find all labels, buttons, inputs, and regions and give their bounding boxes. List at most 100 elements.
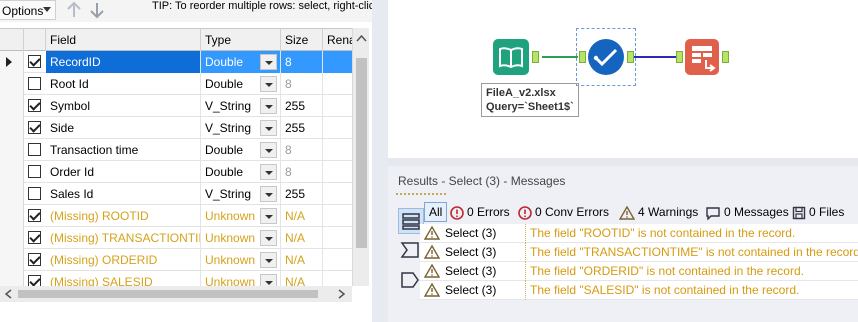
row-selector[interactable] [0, 51, 24, 73]
scroll-right-icon[interactable] [338, 289, 346, 299]
field-name-cell[interactable]: (Missing) ROOTID [46, 205, 201, 227]
row-selector[interactable] [0, 183, 24, 205]
field-size-cell[interactable]: N/A [281, 205, 323, 227]
row-selector[interactable] [0, 73, 24, 95]
table-row[interactable]: Transaction time Double 8 [0, 139, 352, 161]
column-header-rename[interactable]: Rena [323, 29, 352, 51]
field-name-cell[interactable]: Order Id [46, 161, 201, 183]
filter-conv-errors-button[interactable]: 0 Conv Errors [518, 202, 609, 222]
field-name-cell[interactable]: Transaction time [46, 139, 201, 161]
field-include-checkbox[interactable] [28, 121, 41, 134]
input-data-tool[interactable] [492, 38, 530, 76]
field-include-checkbox[interactable] [28, 143, 41, 156]
field-size-cell[interactable]: 8 [281, 73, 323, 95]
field-include-checkbox[interactable] [28, 253, 41, 266]
select-tool-input-anchor[interactable] [579, 51, 586, 63]
filter-errors-button[interactable]: 0 Errors [450, 202, 510, 222]
select-tool-output-anchor[interactable] [627, 51, 634, 63]
panel-splitter[interactable] [372, 0, 388, 322]
browse-tool-output-anchor[interactable] [722, 51, 729, 63]
type-dropdown-icon[interactable] [260, 274, 277, 286]
type-dropdown-icon[interactable] [260, 186, 277, 202]
field-name-cell[interactable]: Side [46, 117, 201, 139]
type-dropdown-icon[interactable] [260, 142, 277, 158]
table-row[interactable]: Sales Id V_String 255 [0, 183, 352, 205]
field-rename-cell[interactable] [323, 227, 352, 249]
field-rename-cell[interactable] [323, 249, 352, 271]
input-tool-output-anchor[interactable] [532, 51, 539, 63]
field-size-cell[interactable]: 8 [281, 161, 323, 183]
horizontal-scroll-thumb[interactable] [18, 290, 318, 298]
type-dropdown-icon[interactable] [260, 76, 277, 92]
browse-tool-input-anchor[interactable] [676, 51, 683, 63]
field-size-cell[interactable]: 255 [281, 117, 323, 139]
row-selector[interactable] [0, 161, 24, 183]
move-down-arrow-icon[interactable] [87, 0, 107, 20]
field-name-cell[interactable]: Root Id [46, 73, 201, 95]
field-size-cell[interactable]: N/A [281, 271, 323, 286]
row-selector[interactable] [0, 205, 24, 227]
field-include-checkbox[interactable] [28, 187, 41, 200]
message-row[interactable]: Select (3) The field "ROOTID" is not cont… [420, 224, 858, 243]
field-rename-cell[interactable] [323, 183, 352, 205]
move-up-arrow-icon[interactable] [64, 0, 84, 20]
field-size-cell[interactable]: 8 [281, 51, 323, 73]
table-row[interactable]: Side V_String 255 [0, 117, 352, 139]
filter-warnings-button[interactable]: 4 Warnings [619, 202, 698, 222]
field-include-checkbox[interactable] [28, 165, 41, 178]
type-dropdown-icon[interactable] [260, 54, 277, 70]
field-include-checkbox[interactable] [28, 231, 41, 244]
browse-tool[interactable] [684, 38, 720, 76]
field-include-checkbox[interactable] [28, 77, 41, 90]
message-row[interactable]: Select (3) The field "TRANSACTIONTIME" is… [420, 243, 858, 262]
table-row[interactable]: (Missing) SALESID Unknown N/A [0, 271, 352, 286]
field-include-checkbox[interactable] [28, 275, 41, 286]
select-tool[interactable] [587, 38, 625, 76]
filter-all-button[interactable]: All [424, 202, 448, 222]
panel-grip[interactable] [396, 193, 446, 195]
table-row[interactable]: Root Id Double 8 [0, 73, 352, 95]
column-header-size[interactable]: Size [281, 29, 323, 51]
field-size-cell[interactable]: 8 [281, 139, 323, 161]
field-include-checkbox[interactable] [28, 209, 41, 222]
filter-messages-button[interactable]: 0 Messages [705, 202, 789, 222]
field-size-cell[interactable]: 255 [281, 183, 323, 205]
field-rename-cell[interactable] [323, 51, 352, 73]
field-name-cell[interactable]: (Missing) SALESID [46, 271, 201, 286]
field-name-cell[interactable]: Symbol [46, 95, 201, 117]
message-row[interactable]: Select (3) The field "SALESID" is not con… [420, 281, 858, 300]
field-rename-cell[interactable] [323, 95, 352, 117]
table-row[interactable]: Symbol V_String 255 [0, 95, 352, 117]
table-row[interactable]: RecordID Double 8 [0, 51, 352, 73]
type-dropdown-icon[interactable] [260, 164, 277, 180]
field-include-checkbox[interactable] [28, 99, 41, 112]
column-header-field[interactable]: Field [46, 29, 201, 51]
scroll-left-icon[interactable] [4, 289, 12, 299]
field-name-cell[interactable]: Sales Id [46, 183, 201, 205]
type-dropdown-icon[interactable] [260, 120, 277, 136]
scroll-up-icon[interactable] [356, 34, 367, 42]
canvas-results-splitter[interactable] [388, 158, 858, 166]
type-dropdown-icon[interactable] [260, 98, 277, 114]
grid-horizontal-scrollbar[interactable] [0, 286, 352, 302]
row-selector[interactable] [0, 271, 24, 286]
filter-files-button[interactable]: 0 Files [792, 202, 844, 222]
field-name-cell[interactable]: RecordID [46, 51, 201, 73]
grid-vertical-scrollbar[interactable] [352, 28, 369, 286]
workflow-canvas[interactable]: FileA_v2.xlsx Query=`Sheet1$` [388, 0, 858, 158]
field-name-cell[interactable]: (Missing) ORDERID [46, 249, 201, 271]
row-selector[interactable] [0, 139, 24, 161]
table-row[interactable]: Order Id Double 8 [0, 161, 352, 183]
column-header-type[interactable]: Type [201, 29, 281, 51]
field-rename-cell[interactable] [323, 271, 352, 286]
table-row[interactable]: (Missing) ROOTID Unknown N/A [0, 205, 352, 227]
field-rename-cell[interactable] [323, 117, 352, 139]
row-selector[interactable] [0, 95, 24, 117]
type-dropdown-icon[interactable] [260, 208, 277, 224]
vertical-scroll-thumb[interactable] [356, 58, 367, 248]
field-rename-cell[interactable] [323, 139, 352, 161]
table-row[interactable]: (Missing) ORDERID Unknown N/A [0, 249, 352, 271]
row-selector[interactable] [0, 117, 24, 139]
table-row[interactable]: (Missing) TRANSACTIONTIME Unknown N/A [0, 227, 352, 249]
field-size-cell[interactable]: N/A [281, 249, 323, 271]
